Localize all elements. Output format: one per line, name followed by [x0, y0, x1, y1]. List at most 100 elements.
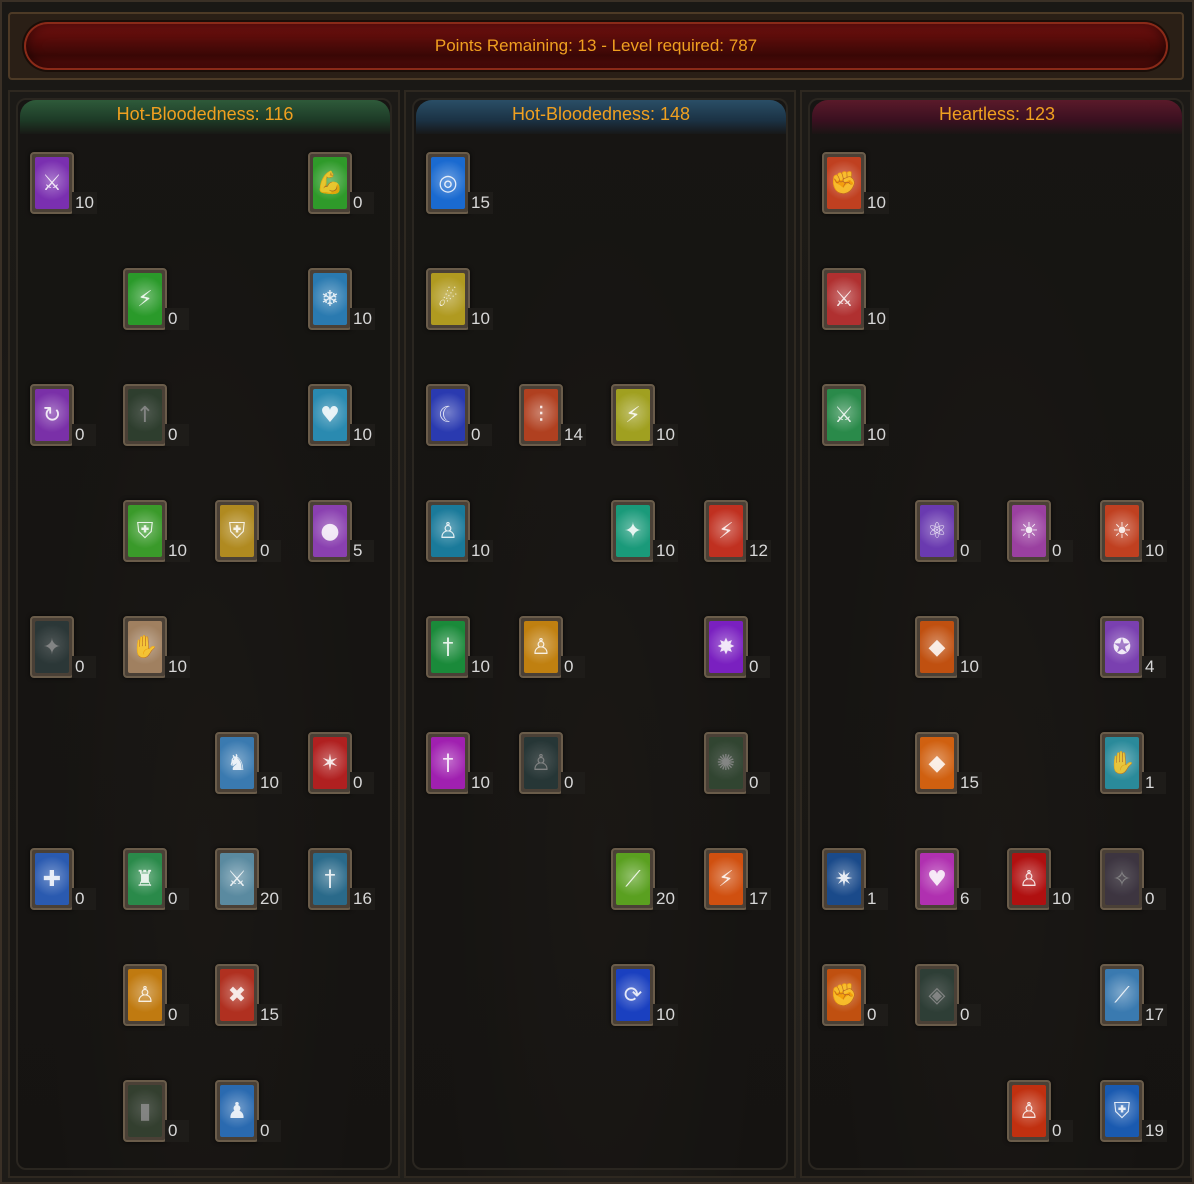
skill-node[interactable]: ◎ 15: [426, 152, 498, 216]
skill-points: 0: [72, 888, 96, 910]
skill-node[interactable]: ☀ 10: [1100, 500, 1172, 564]
skill-node[interactable]: ♥ 10: [308, 384, 380, 448]
skill-node[interactable]: ⚡ 17: [704, 848, 776, 912]
skill-node[interactable]: ◆ 10: [915, 616, 987, 680]
skill-node[interactable]: ⚔ 10: [822, 384, 894, 448]
skill-node[interactable]: ⚔ 20: [215, 848, 287, 912]
raised-arms-icon: ♙: [1012, 853, 1046, 905]
skill-node[interactable]: ♞ 10: [215, 732, 287, 796]
skill-node[interactable]: ⚔ 10: [822, 268, 894, 332]
skill-slot: ✚: [30, 848, 74, 910]
talent-window: Points Remaining: 13 - Level required: 7…: [0, 0, 1194, 1184]
skill-node[interactable]: † 16: [308, 848, 380, 912]
skill-node[interactable]: ↑ 0: [123, 384, 195, 448]
skill-node[interactable]: ✦ 10: [611, 500, 683, 564]
skill-node[interactable]: ✋ 10: [123, 616, 195, 680]
ice-sword-icon: ❄: [313, 273, 347, 325]
skill-node[interactable]: ● 5: [308, 500, 380, 564]
skill-node[interactable]: ♙ 10: [426, 500, 498, 564]
skill-node[interactable]: ✺ 0: [704, 732, 776, 796]
skill-node[interactable]: ⟳ 10: [611, 964, 683, 1028]
skill-slot: ✋: [1100, 732, 1144, 794]
skill-slot: ♞: [215, 732, 259, 794]
skill-slot: ♙: [519, 732, 563, 794]
skill-node[interactable]: ☄ 10: [426, 268, 498, 332]
fire-figure-icon: ♙: [524, 621, 558, 673]
raised-sword-icon: †: [313, 853, 347, 905]
pink-heart-icon: ♥: [920, 853, 954, 905]
skill-node[interactable]: ♜ 0: [123, 848, 195, 912]
skill-points: 10: [1049, 888, 1074, 910]
skill-node[interactable]: ✦ 0: [30, 616, 102, 680]
skill-node[interactable]: ☀ 0: [1007, 500, 1079, 564]
golden-orb-hands-icon: ☀: [1012, 505, 1046, 557]
skill-node[interactable]: ✪ 4: [1100, 616, 1172, 680]
skill-node[interactable]: ♙ 10: [1007, 848, 1079, 912]
skill-slot: ♥: [915, 848, 959, 910]
skill-node[interactable]: 💪 0: [308, 152, 380, 216]
skill-node[interactable]: ⛨ 0: [215, 500, 287, 564]
skill-points: 0: [957, 1004, 981, 1026]
skill-points: 15: [468, 192, 493, 214]
skill-points: 15: [257, 1004, 282, 1026]
skill-points: 0: [561, 656, 585, 678]
skill-points: 0: [957, 540, 981, 562]
skill-node[interactable]: ✶ 0: [308, 732, 380, 796]
skill-node[interactable]: ⚡ 0: [123, 268, 195, 332]
skill-node[interactable]: ⛨ 19: [1100, 1080, 1172, 1144]
green-sword-icon: ⚔: [827, 389, 861, 441]
skill-node[interactable]: ◆ 15: [915, 732, 987, 796]
atom-icon: ⚛: [920, 505, 954, 557]
blue-crescent-icon: ☾: [431, 389, 465, 441]
skill-node[interactable]: ♙ 0: [1007, 1080, 1079, 1144]
skill-points: 10: [864, 192, 889, 214]
skill-points: 10: [864, 308, 889, 330]
skill-node[interactable]: ✊ 10: [822, 152, 894, 216]
skill-node[interactable]: ♙ 0: [123, 964, 195, 1028]
skill-node[interactable]: ⚡ 10: [611, 384, 683, 448]
skill-node[interactable]: ☾ 0: [426, 384, 498, 448]
skill-node[interactable]: ♙ 0: [519, 732, 591, 796]
skill-slot: ☾: [426, 384, 470, 446]
skill-points: 10: [653, 424, 678, 446]
skill-node[interactable]: ❄ 10: [308, 268, 380, 332]
skill-node[interactable]: ✚ 0: [30, 848, 102, 912]
skill-node[interactable]: ♟ 0: [215, 1080, 287, 1144]
skill-node[interactable]: † 10: [426, 732, 498, 796]
skill-node[interactable]: ⚛ 0: [915, 500, 987, 564]
skill-node[interactable]: ✧ 0: [1100, 848, 1172, 912]
skill-node[interactable]: ⟋ 20: [611, 848, 683, 912]
skill-node[interactable]: ⫶ 14: [519, 384, 591, 448]
skill-node[interactable]: ✋ 1: [1100, 732, 1172, 796]
skill-node[interactable]: ✊ 0: [822, 964, 894, 1028]
skill-slot: ●: [308, 500, 352, 562]
teal-figure-icon: ♙: [524, 737, 558, 789]
skill-node[interactable]: ⟋ 17: [1100, 964, 1172, 1028]
skill-node[interactable]: ⚡ 12: [704, 500, 776, 564]
purple-burst-icon: ✸: [709, 621, 743, 673]
skill-slot: ⛨: [123, 500, 167, 562]
skill-node[interactable]: ▮ 0: [123, 1080, 195, 1144]
skill-node[interactable]: ↻ 0: [30, 384, 102, 448]
skill-points: 1: [1142, 772, 1166, 794]
skill-node[interactable]: ◈ 0: [915, 964, 987, 1028]
skill-slot: ⚔: [822, 384, 866, 446]
skill-node[interactable]: † 10: [426, 616, 498, 680]
fire-crystal-icon: ◆: [920, 737, 954, 789]
skill-slot: ⚡: [123, 268, 167, 330]
skill-slot: ♙: [123, 964, 167, 1026]
green-rune-icon: ◈: [920, 969, 954, 1021]
skill-node[interactable]: ⛨ 10: [123, 500, 195, 564]
healing-hands-icon: ✋: [1105, 737, 1139, 789]
skill-node[interactable]: ✷ 1: [822, 848, 894, 912]
tree-title-2: Hot-Bloodedness: 148: [416, 100, 786, 134]
skill-node[interactable]: ✖ 15: [215, 964, 287, 1028]
skill-node[interactable]: ♙ 0: [519, 616, 591, 680]
flame-crystal-icon: ◆: [920, 621, 954, 673]
skill-node[interactable]: ✸ 0: [704, 616, 776, 680]
skill-slot: ✧: [1100, 848, 1144, 910]
skill-points: 10: [468, 540, 493, 562]
blue-vortex-icon: ⟳: [616, 969, 650, 1021]
skill-node[interactable]: ♥ 6: [915, 848, 987, 912]
skill-node[interactable]: ⚔ 10: [30, 152, 102, 216]
